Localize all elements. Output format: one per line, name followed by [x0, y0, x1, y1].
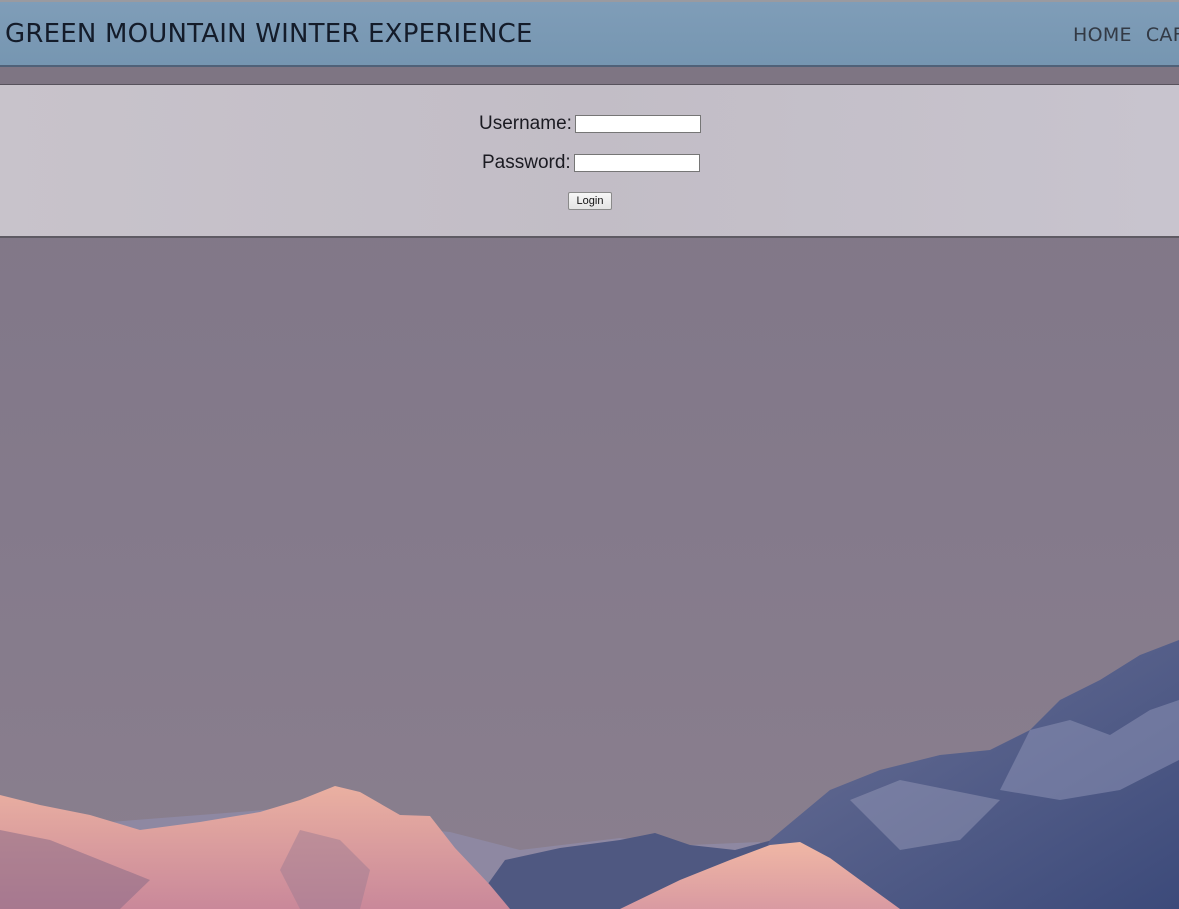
login-button[interactable]: Login: [568, 192, 612, 210]
username-input[interactable]: [574, 115, 701, 133]
password-row: Password:: [482, 152, 700, 174]
password-input[interactable]: [573, 154, 700, 172]
main-nav: HOME CAF: [1073, 24, 1179, 46]
login-panel: Username: Password: Login: [0, 85, 1179, 238]
site-title: GREEN MOUNTAIN WINTER EXPERIENCE: [5, 19, 533, 49]
username-row: Username:: [479, 113, 701, 135]
header-divider-strip: [0, 67, 1179, 85]
nav-link-home[interactable]: HOME: [1073, 24, 1132, 46]
site-header: GREEN MOUNTAIN WINTER EXPERIENCE HOME CAF: [0, 2, 1179, 67]
username-label: Username:: [479, 113, 572, 134]
nav-link-caf[interactable]: CAF: [1146, 24, 1179, 46]
password-label: Password:: [482, 152, 571, 173]
